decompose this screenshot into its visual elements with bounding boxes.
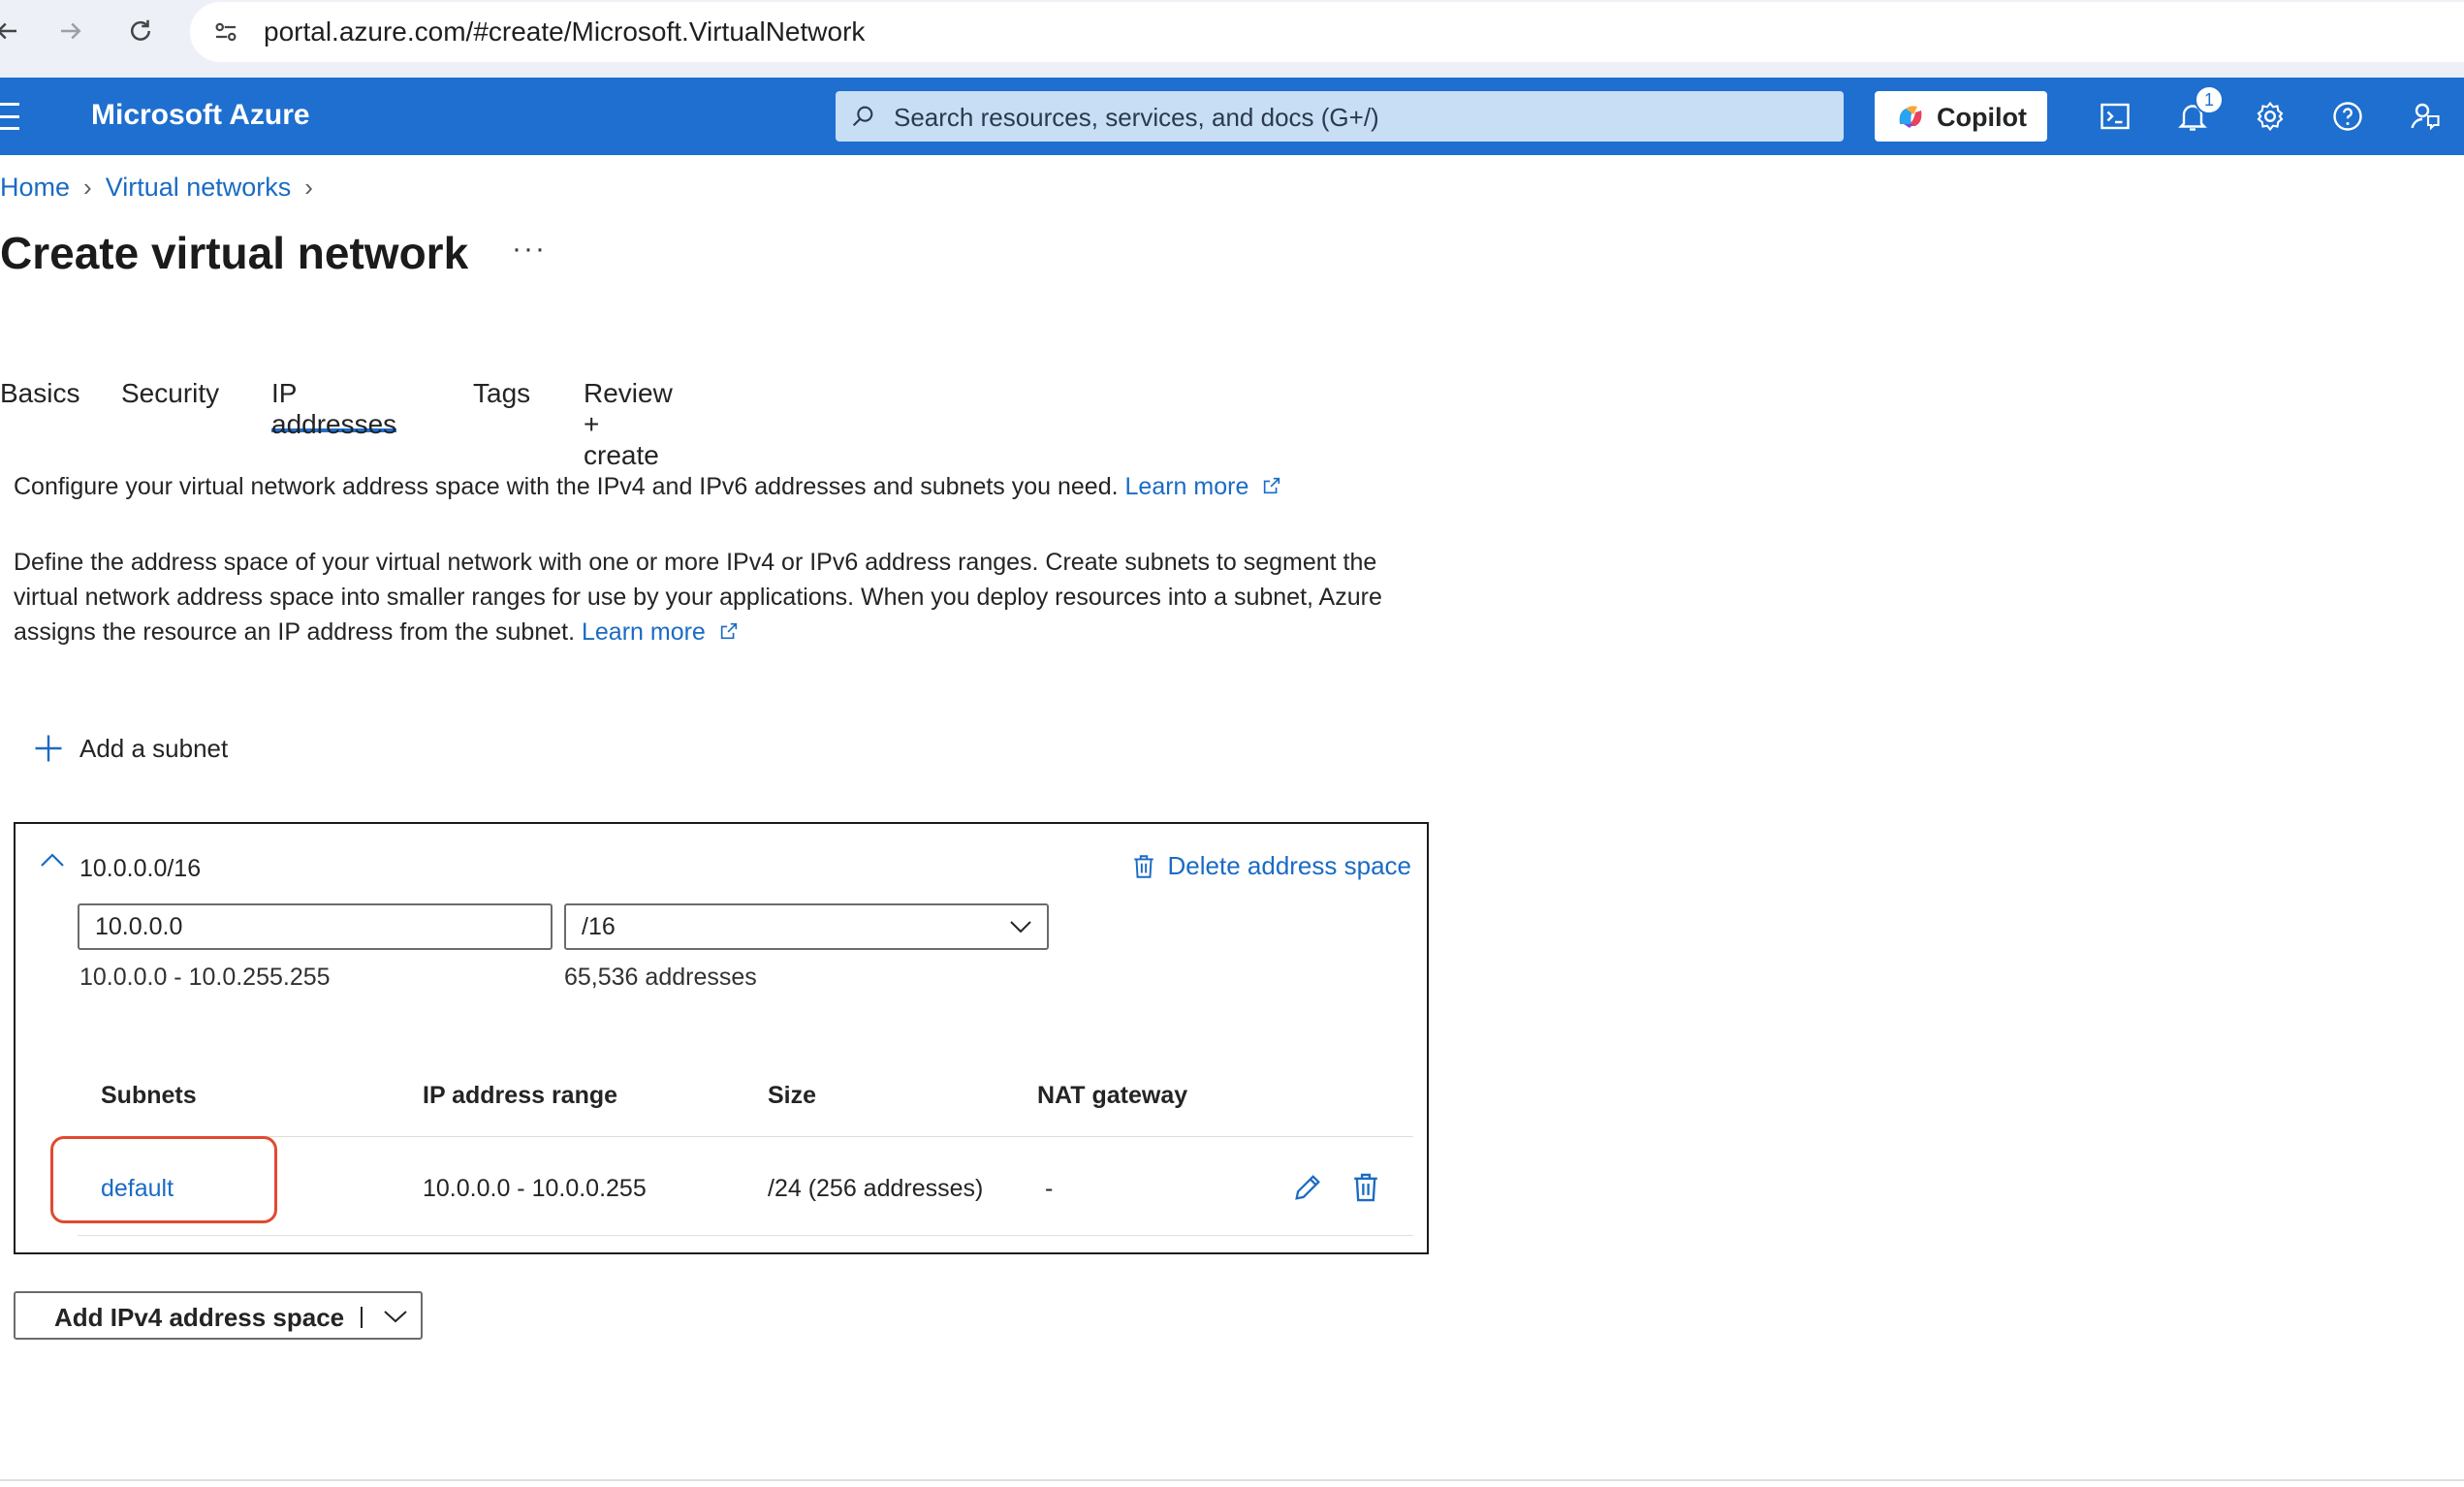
notifications-icon[interactable]: 1 bbox=[2171, 85, 2224, 138]
tab-ip-addresses[interactable]: IP addresses bbox=[271, 378, 397, 439]
tab-tags[interactable]: Tags bbox=[473, 378, 530, 432]
chevron-down-icon[interactable] bbox=[382, 1307, 409, 1326]
cidr-value: /16 bbox=[582, 913, 616, 940]
add-subnet-button[interactable]: Add a subnet bbox=[31, 731, 228, 766]
chevron-up-icon[interactable] bbox=[39, 849, 66, 870]
add-ipv4-address-space-button[interactable]: Add IPv4 address space bbox=[14, 1291, 423, 1340]
chevron-down-icon bbox=[1010, 921, 1031, 933]
brand-title[interactable]: Microsoft Azure bbox=[91, 99, 310, 132]
delete-address-space-label: Delete address space bbox=[1167, 851, 1411, 880]
tab-security[interactable]: Security bbox=[121, 378, 219, 432]
tab-review-create[interactable]: Review + create bbox=[584, 378, 673, 470]
column-header-ip-range: IP address range bbox=[423, 1082, 618, 1109]
help-icon[interactable] bbox=[2326, 95, 2369, 138]
chevron-right-icon: › bbox=[304, 173, 313, 202]
search-icon bbox=[852, 106, 873, 127]
column-header-size: Size bbox=[768, 1082, 817, 1109]
address-bar[interactable]: portal.azure.com/#create/Microsoft.Virtu… bbox=[190, 2, 2464, 62]
intro-paragraph: Configure your virtual network address s… bbox=[14, 473, 1429, 501]
site-info-icon[interactable] bbox=[207, 14, 244, 50]
external-link-icon bbox=[1264, 477, 1280, 494]
back-arrow-icon[interactable] bbox=[0, 7, 31, 55]
address-space-title: 10.0.0.0/16 bbox=[79, 855, 202, 882]
column-header-subnets: Subnets bbox=[101, 1082, 197, 1109]
table-divider bbox=[78, 1235, 1413, 1236]
footer-divider bbox=[0, 1479, 2464, 1481]
menu-icon[interactable] bbox=[0, 103, 21, 130]
cloud-shell-icon[interactable] bbox=[2094, 95, 2136, 138]
browser-toolbar: portal.azure.com/#create/Microsoft.Virtu… bbox=[0, 0, 2464, 78]
trash-icon bbox=[1133, 854, 1153, 878]
address-count-info: 65,536 addresses bbox=[564, 964, 757, 991]
tab-basics[interactable]: Basics bbox=[0, 378, 79, 432]
add-subnet-label: Add a subnet bbox=[79, 733, 229, 763]
subnet-nat-gateway: - bbox=[1045, 1175, 1054, 1202]
trash-icon[interactable] bbox=[1349, 1171, 1382, 1204]
breadcrumb: Home › Virtual networks › bbox=[0, 173, 327, 203]
notification-badge: 1 bbox=[2195, 85, 2224, 114]
settings-gear-icon[interactable] bbox=[2249, 95, 2291, 138]
more-options-icon[interactable]: ··· bbox=[512, 233, 547, 266]
cidr-dropdown[interactable]: /16 bbox=[564, 903, 1049, 950]
reload-icon[interactable] bbox=[116, 7, 165, 55]
learn-more-link[interactable]: Learn more bbox=[582, 618, 706, 646]
table-divider bbox=[78, 1136, 1413, 1137]
copilot-icon bbox=[1899, 106, 1922, 128]
ip-address-input[interactable]: 10.0.0.0 bbox=[78, 903, 553, 950]
url-text: portal.azure.com/#create/Microsoft.Virtu… bbox=[264, 16, 866, 47]
add-ipv4-address-space-label: Add IPv4 address space bbox=[54, 1303, 345, 1332]
learn-more-link[interactable]: Learn more bbox=[1125, 473, 1249, 500]
address-space-description: Define the address space of your virtual… bbox=[14, 545, 1438, 649]
edit-pencil-icon[interactable] bbox=[1291, 1171, 1324, 1204]
azure-top-bar: Microsoft Azure Search resources, servic… bbox=[0, 78, 2464, 155]
delete-address-space-button[interactable]: Delete address space bbox=[1131, 851, 1411, 881]
plus-icon bbox=[35, 735, 62, 762]
search-placeholder: Search resources, services, and docs (G+… bbox=[894, 103, 1379, 132]
subnet-ip-range: 10.0.0.0 - 10.0.0.255 bbox=[423, 1175, 647, 1202]
copilot-label: Copilot bbox=[1937, 103, 2027, 132]
breadcrumb-virtual-networks[interactable]: Virtual networks bbox=[106, 173, 292, 203]
breadcrumb-home[interactable]: Home bbox=[0, 173, 70, 203]
page-title: Create virtual network bbox=[0, 228, 469, 278]
subnet-size: /24 (256 addresses) bbox=[768, 1175, 984, 1202]
chevron-right-icon: › bbox=[83, 173, 92, 202]
copilot-button[interactable]: Copilot bbox=[1875, 91, 2047, 142]
forward-arrow-icon[interactable] bbox=[47, 7, 95, 55]
external-link-icon bbox=[720, 622, 737, 640]
feedback-icon[interactable] bbox=[2404, 95, 2447, 138]
subnet-name-link[interactable]: default bbox=[101, 1175, 174, 1203]
intro-text: Configure your virtual network address s… bbox=[14, 473, 1119, 500]
search-input[interactable]: Search resources, services, and docs (G+… bbox=[836, 91, 1844, 142]
column-header-nat-gateway: NAT gateway bbox=[1037, 1082, 1188, 1109]
address-range-info: 10.0.0.0 - 10.0.255.255 bbox=[79, 964, 331, 991]
address-space-panel: 10.0.0.0/16 Delete address space 10.0.0.… bbox=[14, 822, 1429, 1254]
split-divider bbox=[361, 1307, 363, 1328]
